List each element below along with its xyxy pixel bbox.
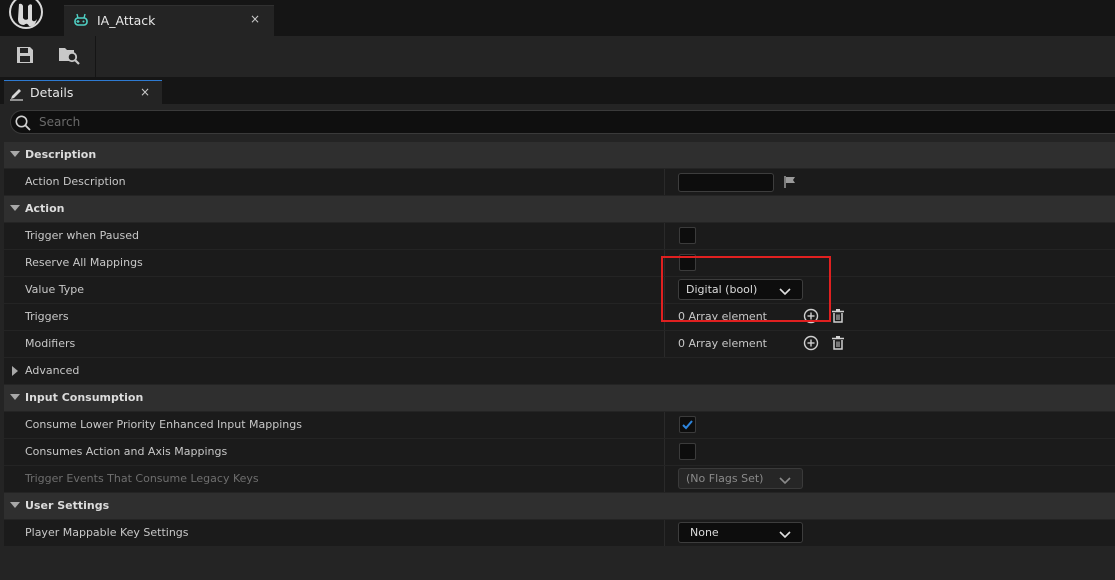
category-label: Description — [25, 148, 97, 161]
tab-label: IA_Attack — [97, 13, 156, 28]
trigger-events-dropdown: (No Flags Set) — [678, 468, 803, 489]
property-row-value-type: Value Type Digital (bool) — [4, 277, 1115, 303]
property-label: Value Type — [25, 283, 84, 296]
expand-arrow-icon[interactable] — [10, 151, 20, 157]
property-row-player-mappable-key-settings: Player Mappable Key Settings None — [4, 520, 1115, 546]
consume-lower-priority-checkbox[interactable] — [679, 416, 696, 433]
chevron-down-icon — [779, 475, 791, 488]
category-action[interactable]: Action — [4, 196, 1115, 222]
column-divider — [664, 223, 665, 249]
category-description[interactable]: Description — [4, 142, 1115, 168]
tab-asset[interactable]: IA_Attack × — [64, 5, 274, 36]
property-row-consumes-action-axis: Consumes Action and Axis Mappings — [4, 439, 1115, 465]
add-element-icon[interactable] — [803, 335, 819, 354]
search-input[interactable]: Search — [10, 110, 1115, 134]
localization-flag-icon[interactable] — [783, 175, 797, 192]
category-label: Advanced — [25, 364, 80, 377]
expand-arrow-icon[interactable] — [10, 205, 20, 211]
property-label: Consume Lower Priority Enhanced Input Ma… — [25, 418, 302, 431]
pencil-icon — [9, 85, 25, 104]
search-icon — [14, 114, 32, 135]
property-label: Trigger when Paused — [25, 229, 139, 242]
column-divider — [664, 466, 665, 492]
search-placeholder: Search — [39, 115, 81, 129]
property-row-action-description: Action Description — [4, 169, 1115, 195]
action-description-input[interactable] — [678, 173, 774, 192]
panel-tab-bar — [0, 77, 1115, 104]
category-label: Action — [25, 202, 65, 215]
property-row-reserve-all-mappings: Reserve All Mappings — [4, 250, 1115, 276]
browse-to-asset-icon — [57, 44, 81, 69]
property-label: Player Mappable Key Settings — [25, 526, 189, 539]
property-label: Triggers — [25, 310, 69, 323]
dropdown-value: (No Flags Set) — [686, 472, 764, 485]
close-icon[interactable]: × — [140, 85, 150, 99]
property-row-consume-lower-priority: Consume Lower Priority Enhanced Input Ma… — [4, 412, 1115, 438]
property-label: Consumes Action and Axis Mappings — [25, 445, 228, 458]
toolbar — [0, 36, 1115, 77]
unreal-engine-logo-icon[interactable] — [4, 0, 48, 34]
property-label: Action Description — [25, 175, 126, 188]
expand-arrow-icon[interactable] — [12, 366, 18, 376]
column-divider — [664, 331, 665, 357]
expand-arrow-icon[interactable] — [10, 502, 20, 508]
category-label: Input Consumption — [25, 391, 144, 404]
chevron-down-icon — [779, 529, 791, 542]
save-icon — [15, 45, 35, 68]
category-advanced[interactable]: Advanced — [4, 358, 1115, 384]
expand-arrow-icon[interactable] — [10, 394, 20, 400]
close-icon[interactable]: × — [250, 12, 260, 26]
checkmark-icon — [682, 420, 693, 430]
tab-details-label: Details — [30, 85, 74, 100]
highlight-annotation — [661, 256, 831, 322]
player-mappable-key-settings-dropdown[interactable]: None — [678, 522, 803, 543]
property-row-triggers: Triggers 0 Array element — [4, 304, 1115, 330]
property-label: Reserve All Mappings — [25, 256, 143, 269]
trash-icon[interactable] — [830, 335, 846, 354]
category-label: User Settings — [25, 499, 110, 512]
column-divider — [664, 169, 665, 195]
column-divider — [664, 412, 665, 438]
property-row-trigger-events-legacy: Trigger Events That Consume Legacy Keys … — [4, 466, 1115, 492]
save-button[interactable] — [11, 42, 39, 70]
property-label: Modifiers — [25, 337, 76, 350]
category-user-settings[interactable]: User Settings — [4, 493, 1115, 519]
dropdown-value: None — [690, 526, 719, 539]
category-input-consumption[interactable]: Input Consumption — [4, 385, 1115, 411]
column-divider — [664, 520, 665, 546]
column-divider — [664, 439, 665, 465]
consumes-action-axis-checkbox[interactable] — [679, 443, 696, 460]
toolbar-divider — [95, 36, 96, 77]
input-action-icon — [72, 12, 90, 30]
trash-icon[interactable] — [830, 308, 846, 327]
property-label: Trigger Events That Consume Legacy Keys — [25, 472, 259, 485]
tab-details[interactable]: Details × — [4, 80, 162, 105]
trigger-when-paused-checkbox[interactable] — [679, 227, 696, 244]
browse-to-asset-button[interactable] — [55, 42, 83, 70]
property-row-trigger-when-paused: Trigger when Paused — [4, 223, 1115, 249]
array-count: 0 Array element — [678, 337, 767, 350]
property-row-modifiers: Modifiers 0 Array element — [4, 331, 1115, 357]
